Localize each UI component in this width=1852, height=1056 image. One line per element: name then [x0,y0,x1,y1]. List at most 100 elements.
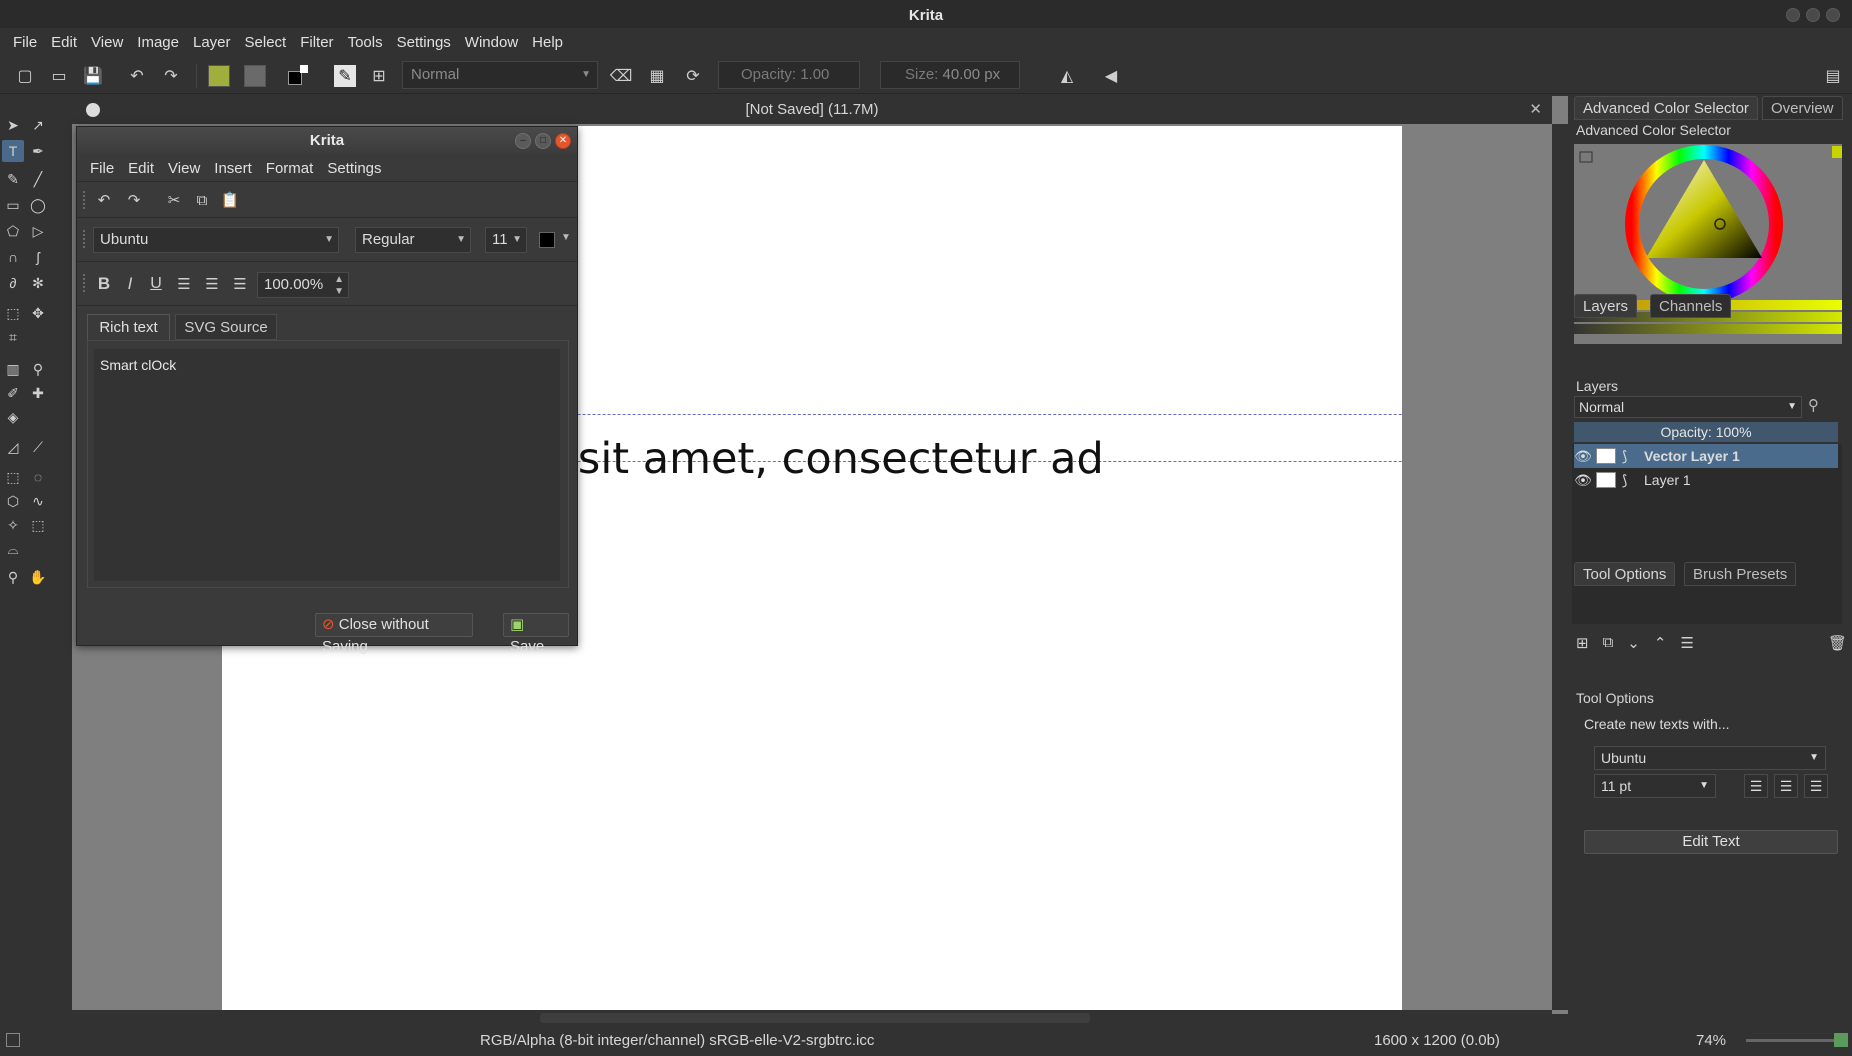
multibrush-tool-icon[interactable]: ✻ [27,272,49,294]
horizontal-scroll-thumb[interactable] [540,1013,1090,1023]
visibility-icon[interactable]: 👁 [1574,472,1592,489]
close-without-saving-button[interactable]: ⊘ Close without Saving [315,613,473,655]
gradient-tool-icon[interactable]: ▥ [2,358,24,380]
add-layer-icon[interactable]: ⊞ [1576,634,1589,652]
text-align-right-icon[interactable]: ☰ [1804,774,1828,798]
align-left-icon[interactable]: ☰ [173,273,195,295]
layer-row[interactable]: 👁 ⟆ Vector Layer 1 [1574,444,1838,468]
colorize-mask-tool-icon[interactable]: ✐ [2,382,24,404]
underline-icon[interactable]: U [145,273,167,295]
polyline-tool-icon[interactable]: ▷ [27,220,49,242]
open-document-icon[interactable]: ▭ [48,65,70,87]
mirror-horizontal-icon[interactable]: ◭ [1056,65,1078,87]
contiguous-selection-icon[interactable]: ✧ [2,514,24,536]
copy-icon[interactable]: ⧉ [191,189,213,211]
pattern-swatch-icon[interactable] [244,65,266,87]
menu-tools[interactable]: Tools [341,34,390,51]
bezier-curve-tool-icon[interactable]: ∩ [2,246,24,268]
dialog-menu-insert[interactable]: Insert [207,160,259,177]
layer-opacity-slider[interactable]: Opacity: 100% [1574,422,1838,442]
move-layer-up-icon[interactable]: ⌃ [1654,634,1667,652]
menu-window[interactable]: Window [458,34,525,51]
delete-layer-icon[interactable]: 🗑 [1828,634,1847,652]
dialog-menu-settings[interactable]: Settings [320,160,388,177]
size-slider[interactable]: Size: 40.00 px [880,61,1020,89]
minimize-button[interactable] [1786,8,1800,22]
tab-brush-presets[interactable]: Brush Presets [1684,562,1797,586]
edit-text-button[interactable]: Edit Text [1584,830,1838,854]
brush-preset-icon[interactable]: ✎ [334,65,356,87]
tab-advanced-color-selector[interactable]: Advanced Color Selector [1574,96,1758,120]
undo-icon[interactable]: ↶ [126,65,148,87]
bold-icon[interactable]: B [93,273,115,295]
zoom-level[interactable]: 74% [1696,1032,1726,1049]
menu-file[interactable]: File [6,34,44,51]
text-font-combo[interactable]: Ubuntu ▼ [1594,746,1826,770]
tab-channels[interactable]: Channels [1650,294,1732,318]
select-shapes-tool-icon[interactable]: ➤ [2,114,24,136]
dialog-menu-edit[interactable]: Edit [121,160,161,177]
freehand-brush-tool-icon[interactable]: ✎ [2,168,24,190]
tab-tool-options[interactable]: Tool Options [1574,562,1676,586]
bezier-selection-icon[interactable]: ⌓ [2,538,24,560]
menu-filter[interactable]: Filter [293,34,340,51]
text-color-dropdown-icon[interactable]: ▼ [561,232,571,243]
polygon-tool-icon[interactable]: ⬠ [2,220,24,242]
menu-settings[interactable]: Settings [390,34,458,51]
menu-select[interactable]: Select [238,34,294,51]
menu-layer[interactable]: Layer [186,34,238,51]
redo-icon[interactable]: ↷ [160,65,182,87]
freehand-path-tool-icon[interactable]: ʃ [27,246,49,268]
transform-tool-icon[interactable]: ⬚ [2,302,24,324]
menu-image[interactable]: Image [130,34,186,51]
elliptical-selection-icon[interactable]: ◌ [27,466,49,488]
dialog-close-button[interactable]: ✕ [555,133,571,149]
new-document-icon[interactable]: ▢ [14,65,36,87]
rectangular-selection-icon[interactable]: ⬚ [2,466,24,488]
measure-tool-icon[interactable]: ⟋ [27,436,49,458]
similar-color-selection-icon[interactable]: ⬚ [27,514,49,536]
save-document-icon[interactable]: 💾 [82,65,104,87]
pan-tool-icon[interactable]: ✋ [27,566,49,588]
visibility-icon[interactable]: 👁 [1574,448,1592,465]
font-size-combo[interactable]: 11 ▼ [485,227,527,253]
assistant-tool-icon[interactable]: ◿ [2,436,24,458]
opacity-slider[interactable]: Opacity: 1.00 [718,61,860,89]
rectangle-tool-icon[interactable]: ▭ [2,194,24,216]
text-color-swatch[interactable] [539,232,555,248]
zoom-slider[interactable] [1746,1039,1838,1042]
freehand-selection-icon[interactable]: ∿ [27,490,49,512]
menu-edit[interactable]: Edit [44,34,84,51]
align-right-icon[interactable]: ☰ [229,273,251,295]
calligraphy-tool-icon[interactable]: ✒ [27,140,49,162]
dialog-maximize-button[interactable]: □ [535,133,551,149]
text-tool-icon[interactable]: T [2,140,24,162]
color-space-info[interactable]: RGB/Alpha (8-bit integer/channel) sRGB-e… [480,1032,874,1049]
close-window-button[interactable] [1826,8,1840,22]
line-height-spinbox[interactable]: 100.00% ▲ ▼ [257,272,349,298]
dynamic-brush-tool-icon[interactable]: ∂ [2,272,24,294]
blend-mode-combo[interactable]: Normal ▼ [402,61,598,89]
smart-patch-tool-icon[interactable]: ✚ [27,382,49,404]
menu-view[interactable]: View [84,34,130,51]
zoom-tool-icon[interactable]: ⚲ [2,566,24,588]
text-align-center-icon[interactable]: ☰ [1774,774,1798,798]
paste-icon[interactable]: 📋 [219,189,241,211]
dialog-menu-file[interactable]: File [83,160,121,177]
layer-filter-icon[interactable]: ⚲ [1808,396,1819,414]
brush-grid-icon[interactable]: ⊞ [368,65,390,87]
close-document-icon[interactable]: ✕ [1529,100,1542,118]
save-button[interactable]: ▣ Save [503,613,569,655]
layer-properties-icon[interactable]: ☰ [1680,634,1693,652]
eraser-icon[interactable]: ⌫ [610,65,633,87]
fg-bg-color-icon[interactable] [286,65,308,87]
font-family-combo[interactable]: Ubuntu ▼ [93,227,339,253]
layer-blend-combo[interactable]: Normal ▼ [1574,396,1802,418]
polygonal-selection-icon[interactable]: ⬡ [2,490,24,512]
italic-icon[interactable]: I [119,273,141,295]
dialog-minimize-button[interactable]: – [515,133,531,149]
duplicate-layer-icon[interactable]: ⧉ [1603,634,1614,652]
edit-shapes-tool-icon[interactable]: ↗ [27,114,49,136]
rich-text-editor[interactable]: Smart clOck [94,349,560,581]
tab-layers[interactable]: Layers [1574,294,1638,318]
